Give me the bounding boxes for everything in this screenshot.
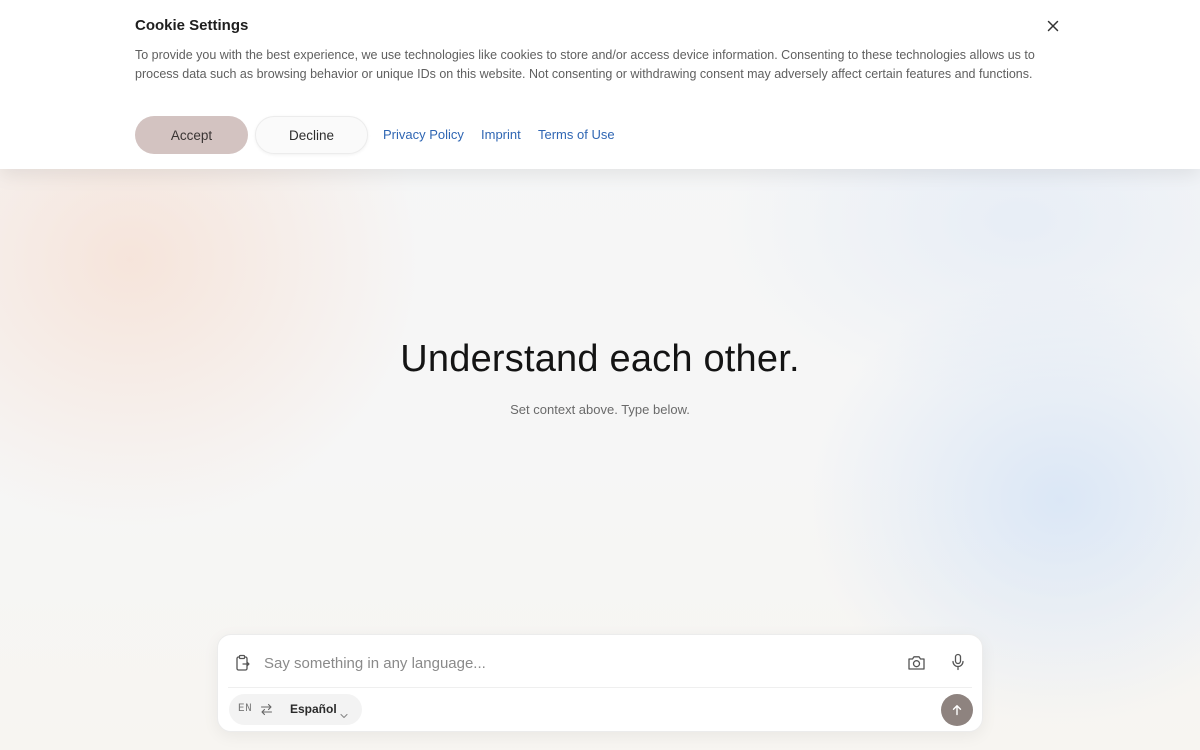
cookie-title: Cookie Settings	[135, 17, 249, 34]
send-arrow-icon	[952, 705, 962, 716]
chevron-down-icon	[340, 706, 348, 719]
send-button[interactable]	[941, 694, 973, 726]
cookie-banner: Cookie Settings To provide you with the …	[0, 0, 1200, 169]
hero-subtitle: Set context above. Type below.	[510, 402, 690, 417]
microphone-icon[interactable]	[950, 653, 966, 671]
composer-divider	[228, 687, 972, 688]
terms-of-use-link[interactable]: Terms of Use	[538, 127, 615, 142]
cookie-description: To provide you with the best experience,…	[135, 48, 1035, 81]
hero-title: Understand each other.	[400, 338, 800, 380]
message-input[interactable]	[264, 649, 884, 677]
imprint-link[interactable]: Imprint	[481, 127, 521, 142]
privacy-policy-link[interactable]: Privacy Policy	[383, 127, 464, 142]
accept-button[interactable]: Accept	[135, 116, 248, 154]
target-language: Español	[290, 702, 337, 716]
message-composer: EN Español	[217, 634, 983, 732]
language-selector[interactable]: EN Español	[229, 694, 362, 725]
source-language: EN	[238, 703, 253, 715]
close-icon[interactable]	[1043, 16, 1063, 36]
decline-button[interactable]: Decline	[255, 116, 368, 154]
paste-icon[interactable]	[235, 654, 251, 672]
swap-icon[interactable]	[260, 703, 273, 716]
camera-icon[interactable]	[907, 654, 926, 671]
